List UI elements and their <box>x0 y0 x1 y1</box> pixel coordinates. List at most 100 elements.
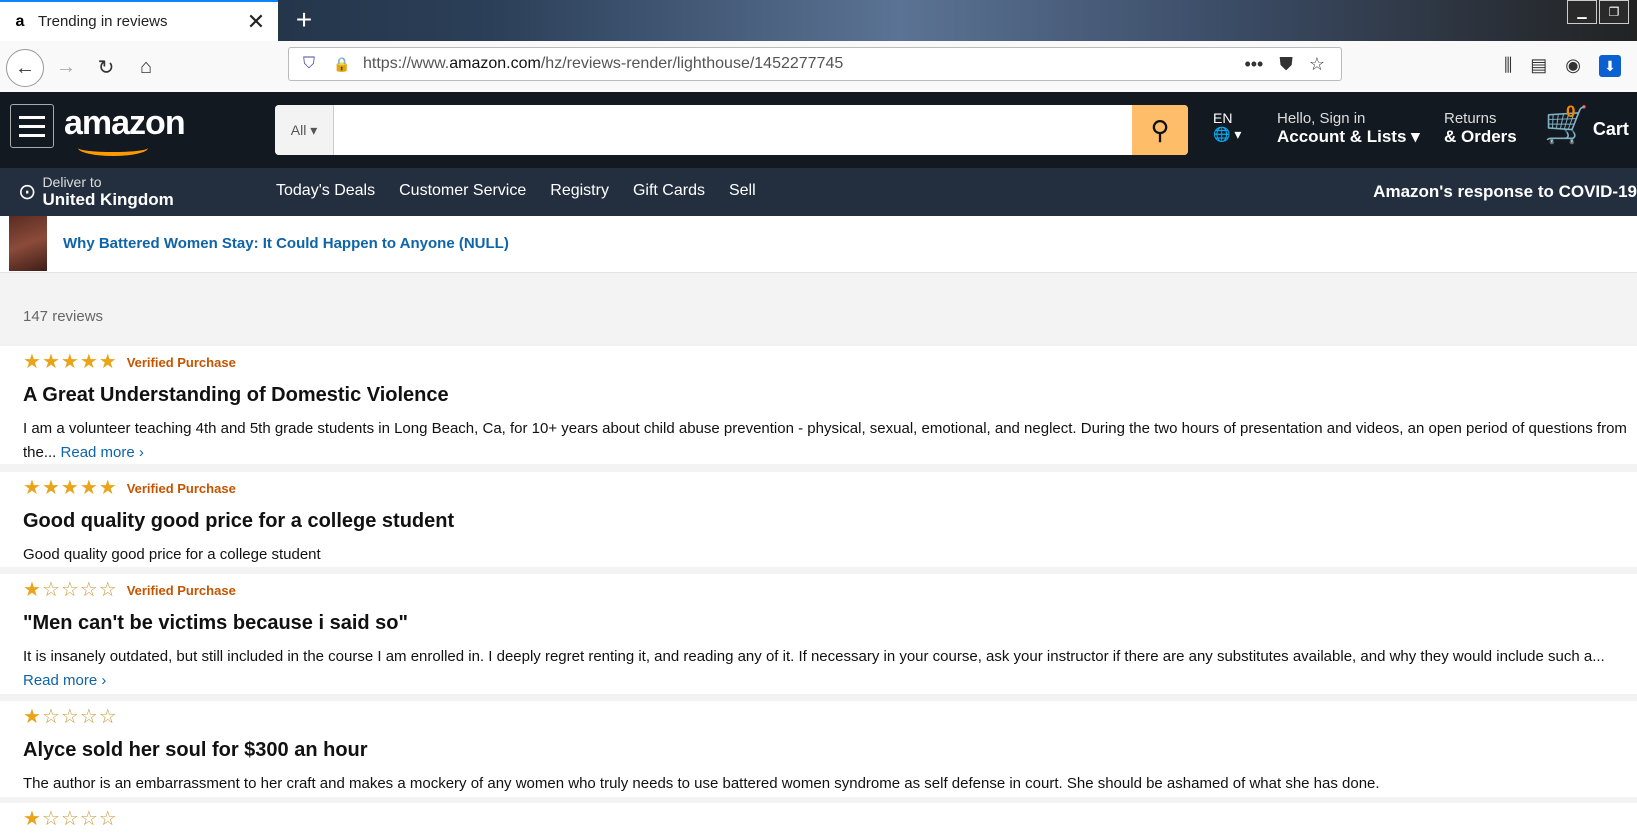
star-filled-icon: ★ <box>98 351 117 373</box>
back-arrow-icon[interactable]: ← <box>6 49 44 87</box>
cart-count: 0 <box>1566 102 1576 121</box>
cart-label: Cart <box>1592 119 1629 139</box>
nav-registry[interactable]: Registry <box>550 182 609 200</box>
star-rating: ★ ☆ ☆ ☆ ☆ <box>23 809 117 829</box>
star-empty-icon: ☆ <box>60 579 79 601</box>
star-filled-icon: ★ <box>60 351 79 373</box>
url-text[interactable]: https://www.amazon.com/hz/reviews-render… <box>363 55 1244 73</box>
location-pin-icon: ⊙ <box>18 178 37 204</box>
amazon-header: amazon All ▾ ⚲ EN 🌐 ▾ Hello, Sign in Acc… <box>0 92 1637 216</box>
review-body: The author is an embarrassment to her cr… <box>23 775 1380 792</box>
browser-tab[interactable]: a Trending in reviews ✕ <box>0 0 278 41</box>
bookmark-star-icon[interactable]: ☆ <box>1309 54 1325 75</box>
amazon-sub-nav: ⊙ Deliver to United Kingdom Today's Deal… <box>0 168 1637 216</box>
nav-links: Today's Deals Customer Service Registry … <box>276 182 756 200</box>
cart-button[interactable]: 🛒 0 Cart <box>1544 102 1629 146</box>
star-empty-icon: ☆ <box>41 706 60 728</box>
sidebar-icon[interactable]: ▤ <box>1530 55 1547 77</box>
star-filled-icon: ★ <box>41 351 60 373</box>
review-title[interactable]: "Men can't be victims because i said so" <box>23 612 408 635</box>
read-more-link[interactable]: Read more › <box>61 444 144 461</box>
language-selector[interactable]: EN 🌐 ▾ <box>1213 110 1241 142</box>
nav-customer-service[interactable]: Customer Service <box>399 182 526 200</box>
star-filled-icon: ★ <box>60 477 79 499</box>
covid-link[interactable]: Amazon's response to COVID-19 <box>1373 182 1637 202</box>
browser-navbar: ← → ↻ ⌂ ⛉ 🔒 https://www.amazon.com/hz/re… <box>0 41 1637 93</box>
verified-purchase-badge: Verified Purchase <box>126 480 236 496</box>
star-rating: ★ ★ ★ ★ ★ <box>23 352 117 372</box>
minimize-icon[interactable]: ▁ <box>1567 0 1597 24</box>
hamburger-menu-icon[interactable] <box>10 104 54 148</box>
reload-icon[interactable]: ↻ <box>88 49 124 85</box>
search-icon[interactable]: ⚲ <box>1132 105 1188 155</box>
review-title[interactable]: Alyce sold her soul for $300 an hour <box>23 739 368 762</box>
search-category-dropdown[interactable]: All ▾ <box>275 105 334 155</box>
globe-icon: 🌐 ▾ <box>1213 126 1242 142</box>
star-filled-icon: ★ <box>23 808 41 830</box>
review-card: ★ ☆ ☆ ☆ ☆ Alyce sold her soul for $300 an ho… <box>0 701 1637 797</box>
review-card: ★ ☆ ☆ ☆ ☆ <box>0 803 1637 839</box>
forward-arrow-icon[interactable]: → <box>48 49 84 85</box>
star-empty-icon: ☆ <box>41 579 60 601</box>
nav-todays-deals[interactable]: Today's Deals <box>276 182 375 200</box>
shield-icon[interactable]: ⛉ <box>303 55 321 73</box>
review-card: ★ ★ ★ ★ ★ Verified Purchase Good quality good… <box>0 472 1637 567</box>
toolbar-icons: ⫼ ▤ ◉ ⬇ <box>1504 55 1621 77</box>
book-cover-thumbnail[interactable] <box>9 216 47 271</box>
star-empty-icon: ☆ <box>98 808 117 830</box>
star-filled-icon: ★ <box>23 351 41 373</box>
cart-icon: 🛒 0 <box>1544 102 1589 145</box>
product-bar: Why Battered Women Stay: It Could Happen… <box>0 216 1637 273</box>
product-title-link[interactable]: Why Battered Women Stay: It Could Happen… <box>63 235 509 252</box>
read-more-link[interactable]: Read more › <box>23 672 106 689</box>
star-empty-icon: ☆ <box>60 808 79 830</box>
star-empty-icon: ☆ <box>98 579 117 601</box>
download-icon[interactable]: ⬇ <box>1599 55 1621 77</box>
star-empty-icon: ☆ <box>79 706 98 728</box>
amazon-favicon-icon: a <box>15 12 25 30</box>
returns-orders-link[interactable]: Returns & Orders <box>1444 110 1517 147</box>
account-lists-menu[interactable]: Hello, Sign in Account & Lists ▾ <box>1277 110 1420 147</box>
pocket-icon[interactable]: ⛊ <box>1279 54 1293 75</box>
search-bar: All ▾ ⚲ <box>275 105 1188 155</box>
star-filled-icon: ★ <box>23 706 41 728</box>
close-tab-icon[interactable]: ✕ <box>244 9 268 34</box>
review-title[interactable]: A Great Understanding of Domestic Violen… <box>23 384 449 407</box>
review-body: I am a volunteer teaching 4th and 5th gr… <box>23 420 1627 461</box>
star-filled-icon: ★ <box>79 477 98 499</box>
amazon-logo[interactable]: amazon <box>64 104 186 156</box>
url-bar[interactable]: ⛉ 🔒 https://www.amazon.com/hz/reviews-re… <box>288 47 1342 81</box>
star-filled-icon: ★ <box>23 477 41 499</box>
review-body: It is insanely outdated, but still inclu… <box>23 648 1605 689</box>
nav-sell[interactable]: Sell <box>729 182 756 200</box>
search-input[interactable] <box>334 105 1132 155</box>
star-filled-icon: ★ <box>23 579 41 601</box>
star-filled-icon: ★ <box>41 477 60 499</box>
star-rating: ★ ☆ ☆ ☆ ☆ <box>23 580 117 600</box>
new-tab-button[interactable]: + <box>288 4 320 36</box>
home-icon[interactable]: ⌂ <box>128 49 164 85</box>
nav-gift-cards[interactable]: Gift Cards <box>633 182 705 200</box>
star-empty-icon: ☆ <box>79 808 98 830</box>
browser-titlebar: a Trending in reviews ✕ + ▁ ❐ <box>0 0 1637 41</box>
window-controls: ▁ ❐ <box>1567 0 1629 24</box>
review-body: Good quality good price for a college st… <box>23 546 321 563</box>
star-empty-icon: ☆ <box>60 706 79 728</box>
library-icon[interactable]: ⫼ <box>1504 55 1512 77</box>
restore-icon[interactable]: ❐ <box>1599 0 1629 24</box>
account-icon[interactable]: ◉ <box>1565 55 1581 77</box>
lock-icon[interactable]: 🔒 <box>333 56 351 73</box>
verified-purchase-badge: Verified Purchase <box>126 582 236 598</box>
star-filled-icon: ★ <box>98 477 117 499</box>
star-empty-icon: ☆ <box>41 808 60 830</box>
star-filled-icon: ★ <box>79 351 98 373</box>
amazon-top-bar: amazon All ▾ ⚲ EN 🌐 ▾ Hello, Sign in Acc… <box>0 92 1637 168</box>
star-empty-icon: ☆ <box>79 579 98 601</box>
review-card: ★ ★ ★ ★ ★ Verified Purchase A Great Understan… <box>0 346 1637 464</box>
verified-purchase-badge: Verified Purchase <box>126 354 236 370</box>
page-actions-icon[interactable]: ••• <box>1244 54 1263 75</box>
deliver-to-location[interactable]: ⊙ Deliver to United Kingdom <box>18 174 174 209</box>
review-title[interactable]: Good quality good price for a college st… <box>23 510 454 533</box>
star-rating: ★ ★ ★ ★ ★ <box>23 478 117 498</box>
star-empty-icon: ☆ <box>98 706 117 728</box>
